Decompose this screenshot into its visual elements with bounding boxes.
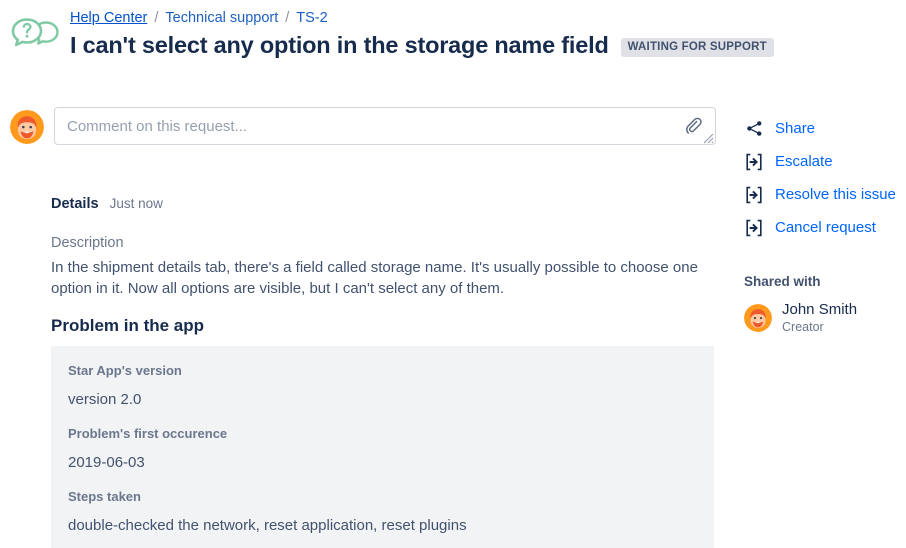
request-details: Details Just now Description In the ship… — [51, 196, 716, 548]
details-header: Details Just now — [51, 196, 716, 222]
breadcrumb-help-center[interactable]: Help Center — [70, 10, 147, 26]
comment-row — [10, 107, 716, 147]
resolve-issue-label: Resolve this issue — [775, 186, 896, 203]
breadcrumb-ticket-key[interactable]: TS-2 — [296, 10, 327, 26]
escalate-arrow-icon — [744, 185, 764, 205]
resolve-issue-button[interactable]: Resolve this issue — [744, 178, 906, 211]
comment-box[interactable] — [54, 107, 716, 145]
custom-fields-panel: Star App's version version 2.0 Problem's… — [51, 346, 714, 548]
list-item[interactable]: John Smith Creator — [744, 301, 906, 335]
actions-sidebar: Share Escalate Resolve this issue Cancel… — [744, 112, 906, 335]
field-value-steps-taken: double-checked the network, reset applic… — [68, 517, 467, 534]
avatar — [10, 110, 44, 144]
share-button[interactable]: Share — [744, 112, 906, 145]
escalate-button[interactable]: Escalate — [744, 145, 906, 178]
breadcrumb: Help Center / Technical support / TS-2 — [70, 9, 328, 28]
avatar — [744, 303, 772, 332]
page-header: Help Center / Technical support / TS-2 I can… — [0, 0, 906, 92]
section-title-problem-in-the-app: Problem in the app — [51, 316, 205, 335]
details-timestamp: Just now — [109, 196, 163, 211]
field-value-first-occurence: 2019-06-03 — [68, 454, 145, 471]
breadcrumb-separator-2: / — [285, 10, 290, 26]
page-title: I can't select any option in the storage… — [70, 32, 609, 58]
breadcrumb-separator-1: / — [154, 10, 159, 26]
comment-input[interactable] — [55, 108, 675, 144]
tab-details[interactable]: Details — [51, 196, 99, 212]
escalate-label: Escalate — [775, 153, 833, 170]
request-detail-page: Help Center / Technical support / TS-2 I can… — [0, 0, 906, 548]
breadcrumb-technical-support[interactable]: Technical support — [165, 10, 278, 26]
description-body: In the shipment details tab, there's a f… — [51, 259, 698, 297]
field-label-star-app-version: Star App's version — [68, 363, 182, 378]
help-speech-bubble-icon — [10, 13, 60, 59]
escalate-arrow-icon — [744, 152, 764, 172]
field-value-star-app-version: version 2.0 — [68, 391, 142, 408]
shared-person-role: Creator — [782, 320, 824, 335]
status-badge: WAITING FOR SUPPORT — [620, 38, 774, 57]
escalate-arrow-icon — [744, 218, 764, 238]
paperclip-icon[interactable] — [684, 117, 702, 135]
description-label: Description — [51, 235, 124, 251]
resize-grip-icon[interactable] — [702, 131, 714, 144]
field-label-steps-taken: Steps taken — [68, 489, 141, 504]
shared-with-label: Shared with — [744, 274, 821, 289]
title-row: I can't select any option in the storage… — [70, 32, 774, 59]
share-icon — [744, 119, 764, 139]
shared-person-name: John Smith — [782, 301, 858, 318]
field-label-first-occurence: Problem's first occurence — [68, 426, 228, 441]
shared-person-meta: John Smith Creator — [782, 301, 857, 335]
share-label: Share — [775, 120, 816, 137]
cancel-request-button[interactable]: Cancel request — [744, 211, 906, 244]
cancel-request-label: Cancel request — [775, 219, 876, 236]
